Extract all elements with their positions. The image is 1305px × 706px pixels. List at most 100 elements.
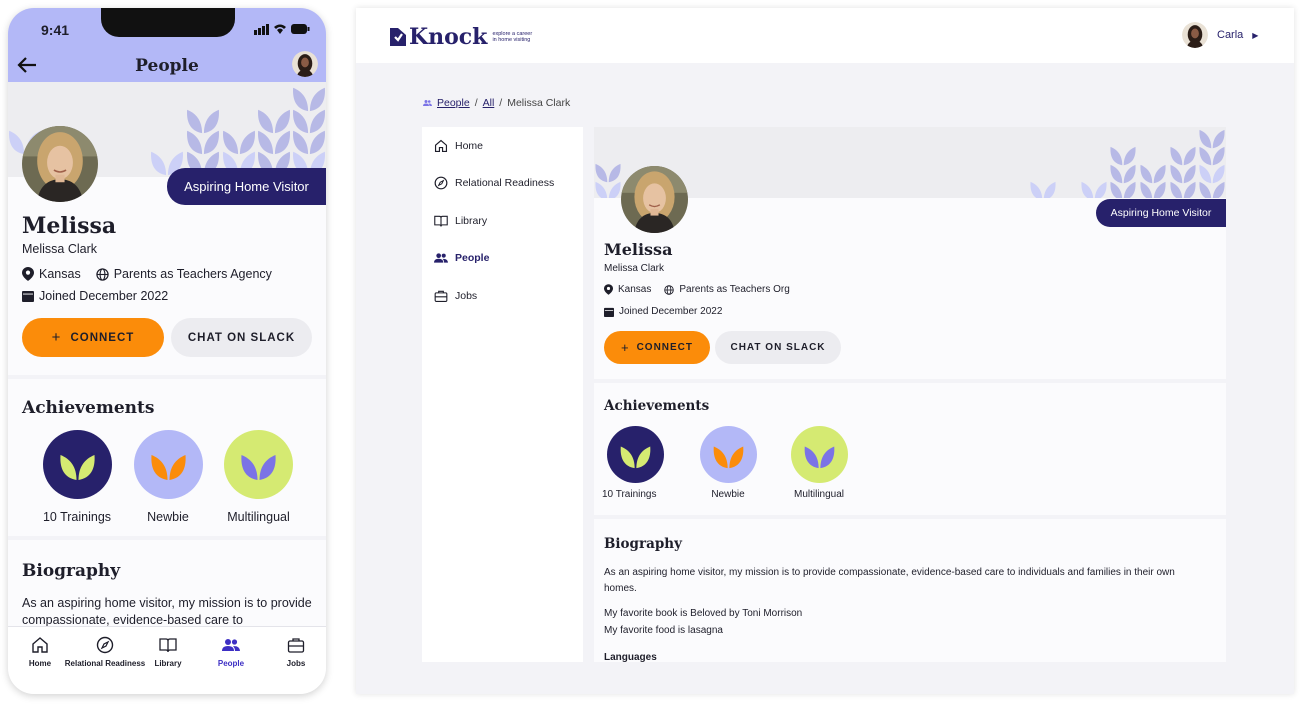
sidebar-item-label: Jobs	[455, 290, 478, 302]
profile-meta: Kansas Parents as Teachers Org	[604, 284, 790, 295]
profile-banner	[594, 127, 1226, 198]
organization-text: Parents as Teachers Org	[679, 284, 790, 295]
sidebar-item-label: Relational Readiness	[455, 177, 555, 189]
achievements-heading: Achievements	[22, 398, 155, 418]
status-time: 9:41	[41, 22, 70, 38]
achievement-badge: 10 Trainings	[28, 430, 126, 524]
breadcrumb: People / All / Melissa Clark	[423, 97, 570, 109]
achievement-icon	[133, 430, 203, 499]
achievement-label: Multilingual	[793, 489, 845, 500]
user-name: Carla	[1217, 29, 1244, 41]
home-icon	[32, 637, 48, 653]
nav-item-jobs[interactable]: Jobs	[276, 636, 316, 668]
briefcase-icon	[287, 638, 305, 653]
chat-on-slack-button[interactable]: CHAT ON SLACK	[171, 318, 312, 357]
bottom-nav: Home Relational Readiness Library People…	[8, 626, 326, 694]
achievement-badge: Newbie	[127, 430, 209, 524]
achievement-label: Newbie	[711, 489, 745, 500]
book-icon	[159, 638, 177, 653]
people-icon	[222, 639, 240, 651]
brand-name: Knock	[409, 24, 488, 50]
connect-label: CONNECT	[70, 331, 135, 344]
leaf-pattern	[595, 129, 1225, 198]
mobile-screen: 9:41 People Aspiring Home Visitor Meliss…	[8, 8, 326, 694]
first-name: Melissa	[604, 240, 673, 259]
profile-photo	[621, 166, 688, 233]
favorite-book: My favorite book is Beloved by Toni Morr…	[604, 608, 803, 619]
globe-icon	[96, 267, 109, 281]
location-pin-icon	[604, 284, 613, 295]
full-name: Melissa Clark	[604, 263, 665, 274]
profile-card: Aspiring Home Visitor Melissa Melissa Cl…	[594, 127, 1226, 379]
nav-label: Relational Readiness	[64, 659, 146, 668]
location-pin-icon	[22, 267, 34, 281]
status-icons	[254, 24, 310, 35]
user-avatar[interactable]	[292, 51, 318, 77]
achievement-label: Newbie	[147, 510, 189, 524]
nav-item-library[interactable]: Library	[150, 636, 186, 668]
joined-text: Joined December 2022	[619, 306, 723, 317]
user-menu[interactable]: Carla ▶	[1182, 22, 1258, 48]
brand-tagline: explore a career in home visiting	[492, 31, 533, 43]
connect-button[interactable]: + CONNECT	[604, 331, 710, 364]
sidebar-item-people[interactable]: People	[434, 251, 489, 265]
biography-text: As an aspiring home visitor, my mission …	[22, 596, 312, 627]
achievement-icon	[790, 426, 848, 483]
nav-item-relational-readiness[interactable]: Relational Readiness	[60, 636, 150, 668]
achievement-label: 10 Trainings	[42, 510, 112, 524]
profile-photo	[22, 126, 98, 202]
joined-text: Joined December 2022	[39, 289, 169, 303]
achievement-badge: Multilingual	[216, 430, 301, 524]
globe-icon	[664, 284, 675, 295]
brand-logo[interactable]: Knock explore a career in home visiting	[389, 24, 532, 50]
achievement-icon	[606, 426, 664, 483]
achievements-heading: Achievements	[604, 398, 710, 414]
location-text: Kansas	[618, 284, 652, 295]
user-avatar	[1182, 22, 1208, 48]
compass-icon	[96, 636, 114, 654]
achievement-badge: 10 Trainings	[602, 426, 668, 500]
breadcrumb-all[interactable]: All	[483, 97, 495, 109]
nav-label: Home	[28, 659, 52, 668]
people-icon	[434, 253, 448, 263]
plus-icon: +	[620, 340, 630, 355]
sidebar-item-home[interactable]: Home	[434, 139, 483, 153]
sidebar-item-label: Home	[455, 140, 484, 152]
desktop-screen: Knock explore a career in home visiting C…	[356, 8, 1294, 694]
achievement-icon	[699, 426, 757, 483]
profile-meta: Kansas Parents as Teachers Agency	[22, 267, 272, 281]
sidebar-item-jobs[interactable]: Jobs	[434, 289, 477, 303]
connect-label: CONNECT	[636, 342, 694, 353]
achievement-icon	[224, 430, 293, 499]
breadcrumb-current: Melissa Clark	[507, 97, 571, 109]
sidebar-item-relational-readiness[interactable]: Relational Readiness	[434, 176, 554, 190]
page-title: People	[135, 56, 199, 76]
plus-icon: +	[51, 329, 62, 346]
breadcrumb-separator: /	[474, 97, 478, 109]
home-icon	[434, 139, 448, 153]
sidebar-item-label: Library	[455, 215, 488, 227]
sidebar-item-library[interactable]: Library	[434, 214, 487, 228]
achievement-label: 10 Trainings	[602, 489, 657, 500]
biography-text: As an aspiring home visitor, my mission …	[604, 567, 1175, 594]
achievement-icon	[42, 430, 112, 499]
achievements-card: Achievements 10 Trainings Newbie Multili…	[594, 383, 1226, 515]
nav-label: Library	[154, 659, 182, 668]
phone-notch	[101, 8, 235, 37]
sidebar: Home Relational Readiness Library People…	[422, 127, 583, 662]
caret-right-icon: ▶	[1252, 30, 1259, 40]
connect-button[interactable]: + CONNECT	[22, 318, 164, 357]
knock-logo-icon	[390, 28, 406, 46]
nav-item-people[interactable]: People	[211, 636, 251, 668]
role-tag: Aspiring Home Visitor	[167, 168, 326, 205]
breadcrumb-people[interactable]: People	[437, 97, 470, 109]
briefcase-icon	[434, 290, 448, 302]
nav-item-home[interactable]: Home	[20, 636, 60, 668]
calendar-icon	[604, 307, 614, 317]
full-name: Melissa Clark	[22, 242, 98, 256]
sidebar-item-label: People	[455, 252, 490, 264]
chat-on-slack-button[interactable]: CHAT ON SLACK	[715, 331, 841, 364]
languages-heading: Languages	[604, 652, 657, 662]
slack-label: CHAT ON SLACK	[187, 331, 296, 344]
location-text: Kansas	[39, 267, 81, 281]
